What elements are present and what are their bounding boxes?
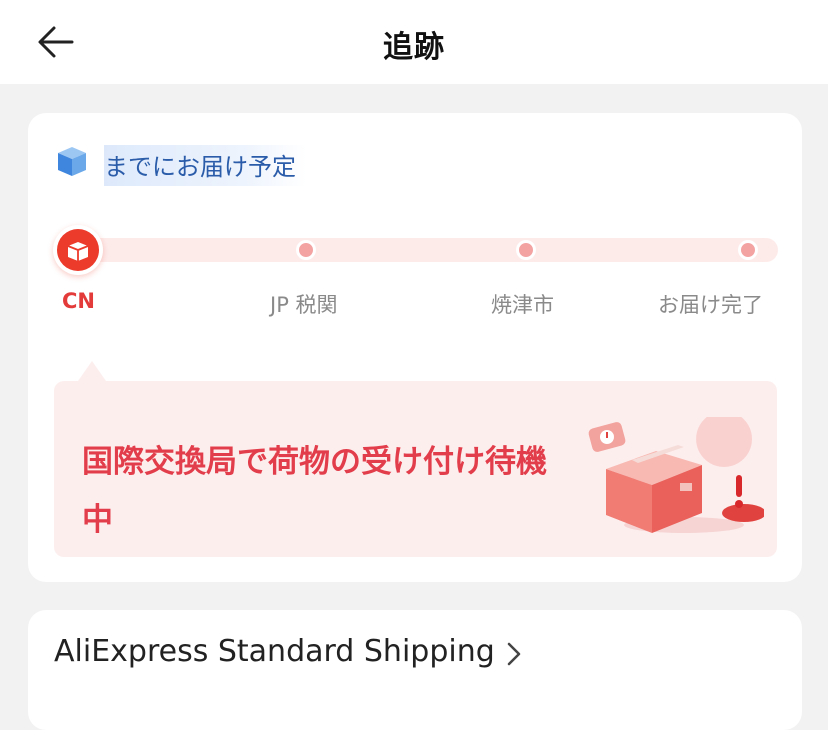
- status-pointer: [78, 361, 106, 381]
- current-step-marker: [53, 225, 103, 275]
- step-marker-delivered: [738, 240, 758, 260]
- package-icon: [58, 147, 86, 176]
- step-label-delivered: お届け完了: [658, 293, 763, 317]
- step-label-customs: JP 税関: [270, 293, 338, 317]
- step-marker-city: [516, 240, 536, 260]
- chevron-right-icon: [507, 642, 521, 666]
- step-label-city: 焼津市: [491, 293, 554, 317]
- shipping-card[interactable]: AliExpress Standard Shipping: [28, 610, 802, 730]
- step-marker-customs: [296, 240, 316, 260]
- top-bar: 追跡: [0, 0, 828, 84]
- package-alert-illustration: [588, 417, 764, 533]
- tracking-card: までにお届け予定 CN JP 税関 焼津市 お届け完了 国際交換局で荷物の受け付…: [28, 113, 802, 582]
- box-icon: [67, 242, 89, 261]
- step-label-cn: CN: [62, 289, 95, 313]
- page-title: 追跡: [383, 30, 445, 65]
- progress-track: [58, 238, 778, 262]
- status-panel: 国際交換局で荷物の受け付け待機中: [54, 381, 777, 557]
- status-message: 国際交換局で荷物の受け付け待機中: [82, 444, 547, 538]
- shipping-method: AliExpress Standard Shipping: [54, 634, 495, 669]
- delivery-estimate-text: までにお届け予定: [104, 145, 306, 186]
